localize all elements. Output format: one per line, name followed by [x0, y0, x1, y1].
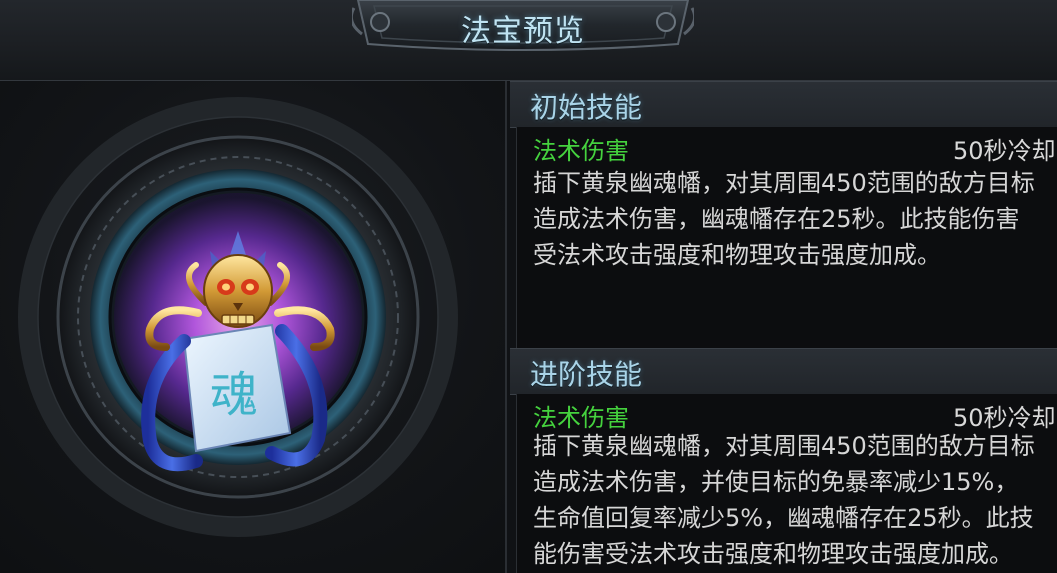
- artifact-art-panel: 魂: [0, 81, 507, 573]
- advanced-skill-name-row: 法术伤害 50秒冷却: [533, 398, 1057, 432]
- skill-column: 初始技能 法术伤害 50秒冷却 插下黄泉幽魂幡，对其周围450范围的敌方目标 造…: [510, 81, 1057, 573]
- advanced-desc-line: 生命值回复率减少5%，幽魂幡存在25秒。此技: [533, 504, 1034, 532]
- artifact-preview-screen: 法宝预览 魂 初始技能 法术伤害 50秒冷却 插下黄泉幽魂幡，对其周围450范围…: [0, 0, 1057, 573]
- banner-glyph: 魂: [210, 367, 258, 423]
- initial-desc-line: 造成法术伤害，幽魂幡存在25秒。此技能伤害: [533, 205, 1020, 233]
- artifact-illustration: 魂: [18, 97, 458, 537]
- initial-skill-title: 初始技能: [530, 91, 643, 124]
- title-plate: 法宝预览: [352, 0, 694, 56]
- initial-skill-body: 法术伤害 50秒冷却 插下黄泉幽魂幡，对其周围450范围的敌方目标 造成法术伤害…: [516, 127, 1057, 349]
- advanced-skill-title: 进阶技能: [530, 358, 643, 391]
- initial-skill-cooldown: 50秒冷却: [953, 137, 1056, 165]
- window-title: 法宝预览: [461, 14, 585, 49]
- advanced-desc-line: 能伤害受法术攻击强度和物理攻击强度加成。: [533, 540, 1013, 568]
- initial-desc-line: 插下黄泉幽魂幡，对其周围450范围的敌方目标: [533, 169, 1035, 197]
- top-header-bar: 法宝预览: [0, 0, 1057, 81]
- advanced-skill-description: 插下黄泉幽魂幡，对其周围450范围的敌方目标 造成法术伤害，并使目标的免暴率减少…: [533, 428, 1057, 572]
- initial-skill-name: 法术伤害: [533, 137, 629, 165]
- initial-skill-name-row: 法术伤害 50秒冷却: [533, 131, 1057, 165]
- initial-skill-description: 插下黄泉幽魂幡，对其周围450范围的敌方目标 造成法术伤害，幽魂幡存在25秒。此…: [533, 165, 1057, 273]
- advanced-skill-body: 法术伤害 50秒冷却 插下黄泉幽魂幡，对其周围450范围的敌方目标 造成法术伤害…: [516, 394, 1057, 573]
- initial-skill-header: 初始技能: [510, 81, 1057, 128]
- advanced-desc-line: 造成法术伤害，并使目标的免暴率减少15%，: [533, 468, 1019, 496]
- advanced-skill-header: 进阶技能: [510, 348, 1057, 395]
- initial-desc-line: 受法术攻击强度和物理攻击强度加成。: [533, 241, 941, 269]
- advanced-desc-line: 插下黄泉幽魂幡，对其周围450范围的敌方目标: [533, 432, 1035, 460]
